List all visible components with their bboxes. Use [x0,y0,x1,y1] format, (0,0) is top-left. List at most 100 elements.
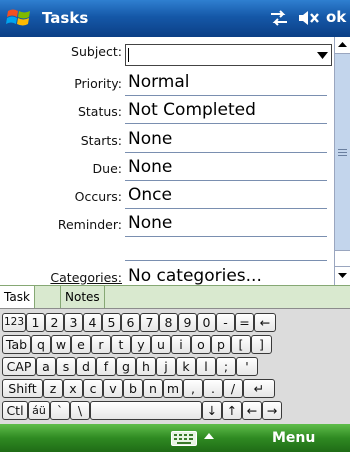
key-y[interactable]: y [131,335,151,354]
key-c[interactable]: c [83,379,103,398]
key-right-bracket[interactable]: ] [251,335,272,354]
key-1[interactable]: 1 [26,313,45,332]
divider [125,123,327,124]
key-2[interactable]: 2 [45,313,64,332]
key-semicolon[interactable]: ; [216,357,236,376]
key-tab[interactable]: Tab [2,335,31,354]
key-caps-lock[interactable]: CAP [2,357,36,376]
key-slash[interactable]: / [223,379,243,398]
divider [125,152,327,153]
categories-row[interactable]: Categories: No categories... [0,263,334,285]
key-4[interactable]: 4 [83,313,102,332]
key-123[interactable]: 123 [2,313,26,332]
key-h[interactable]: h [136,357,156,376]
key-p[interactable]: p [211,335,231,354]
key-equals[interactable]: = [235,313,254,332]
key-r[interactable]: r [91,335,111,354]
task-form: Subject: Priority: Normal Status: Not Co… [0,37,334,285]
priority-value[interactable]: Normal [128,72,190,92]
occurs-label: Occurs: [74,189,122,204]
key-t[interactable]: t [111,335,131,354]
key-left-bracket[interactable]: [ [231,335,251,354]
key-6[interactable]: 6 [121,313,140,332]
keyboard-icon[interactable] [171,431,197,446]
key-minus[interactable]: - [216,313,235,332]
due-value[interactable]: None [128,157,172,177]
key-3[interactable]: 3 [64,313,83,332]
key-x[interactable]: x [63,379,83,398]
starts-row[interactable]: Starts: None [0,126,334,154]
key-q[interactable]: q [31,335,51,354]
categories-value[interactable]: No categories... [128,266,262,285]
key-backslash[interactable]: \ [70,401,90,420]
key-arrow-left[interactable]: ← [242,401,262,420]
key-m[interactable]: m [163,379,183,398]
occurs-row[interactable]: Occurs: Once [0,182,334,210]
key-k[interactable]: k [176,357,196,376]
chevron-down-icon[interactable] [317,52,328,59]
key-0[interactable]: 0 [197,313,216,332]
status-row[interactable]: Status: Not Completed [0,97,334,125]
reminder-row[interactable]: Reminder: None [0,210,334,238]
key-shift[interactable]: Shift [2,379,43,398]
key-l[interactable]: l [196,357,216,376]
key-w[interactable]: w [51,335,71,354]
windows-start-icon[interactable] [6,5,32,31]
key-v[interactable]: v [103,379,123,398]
key-enter[interactable]: ↵ [243,379,275,398]
status-value[interactable]: Not Completed [128,100,256,120]
tab-task[interactable]: Task [0,286,35,308]
key-7[interactable]: 7 [140,313,159,332]
key-i[interactable]: i [171,335,191,354]
arrow-down-icon [338,273,347,278]
scroll-down-button[interactable] [335,266,350,285]
key-z[interactable]: z [43,379,63,398]
menu-button[interactable]: Menu [272,430,315,446]
thumb-grip [338,155,347,156]
categories-label: Categories: [50,270,122,285]
key-d[interactable]: d [76,357,96,376]
key-n[interactable]: n [143,379,163,398]
subject-label: Subject: [71,44,122,59]
key-9[interactable]: 9 [178,313,197,332]
volume-muted-icon[interactable] [297,8,321,28]
key-a[interactable]: a [36,357,56,376]
key-j[interactable]: j [156,357,176,376]
key-period[interactable]: . [203,379,223,398]
key-space[interactable] [90,401,202,420]
key-arrow-up[interactable]: ↑ [222,401,242,420]
app-title: Tasks [42,9,89,27]
ok-button[interactable]: ok [326,8,346,26]
key-ctrl[interactable]: Ctl [2,401,28,420]
arrow-up-icon[interactable] [203,430,215,444]
key-apostrophe[interactable]: ' [236,357,258,376]
reminder-value[interactable]: None [128,213,172,233]
vertical-scrollbar[interactable] [334,37,350,285]
key-b[interactable]: b [123,379,143,398]
subject-combobox[interactable] [125,44,332,66]
due-row[interactable]: Due: None [0,154,334,182]
key-f[interactable]: f [96,357,116,376]
key-s[interactable]: s [56,357,76,376]
priority-row[interactable]: Priority: Normal [0,69,334,97]
key-o[interactable]: o [191,335,211,354]
reminder-label: Reminder: [57,217,122,232]
occurs-value[interactable]: Once [128,185,172,205]
key-arrow-down[interactable]: ↓ [202,401,222,420]
key-international[interactable]: áü [28,401,50,420]
connectivity-icon[interactable] [268,8,290,28]
key-g[interactable]: g [116,357,136,376]
key-arrow-right[interactable]: → [262,401,282,420]
tab-notes[interactable]: Notes [60,286,105,308]
starts-value[interactable]: None [128,129,172,149]
priority-label: Priority: [74,76,122,91]
scroll-up-button[interactable] [335,37,350,54]
key-comma[interactable]: , [183,379,203,398]
key-8[interactable]: 8 [159,313,178,332]
key-5[interactable]: 5 [102,313,121,332]
key-backtick[interactable]: ` [50,401,70,420]
scroll-thumb[interactable] [335,54,350,251]
key-e[interactable]: e [71,335,91,354]
key-u[interactable]: u [151,335,171,354]
key-backspace[interactable]: ← [254,313,276,332]
